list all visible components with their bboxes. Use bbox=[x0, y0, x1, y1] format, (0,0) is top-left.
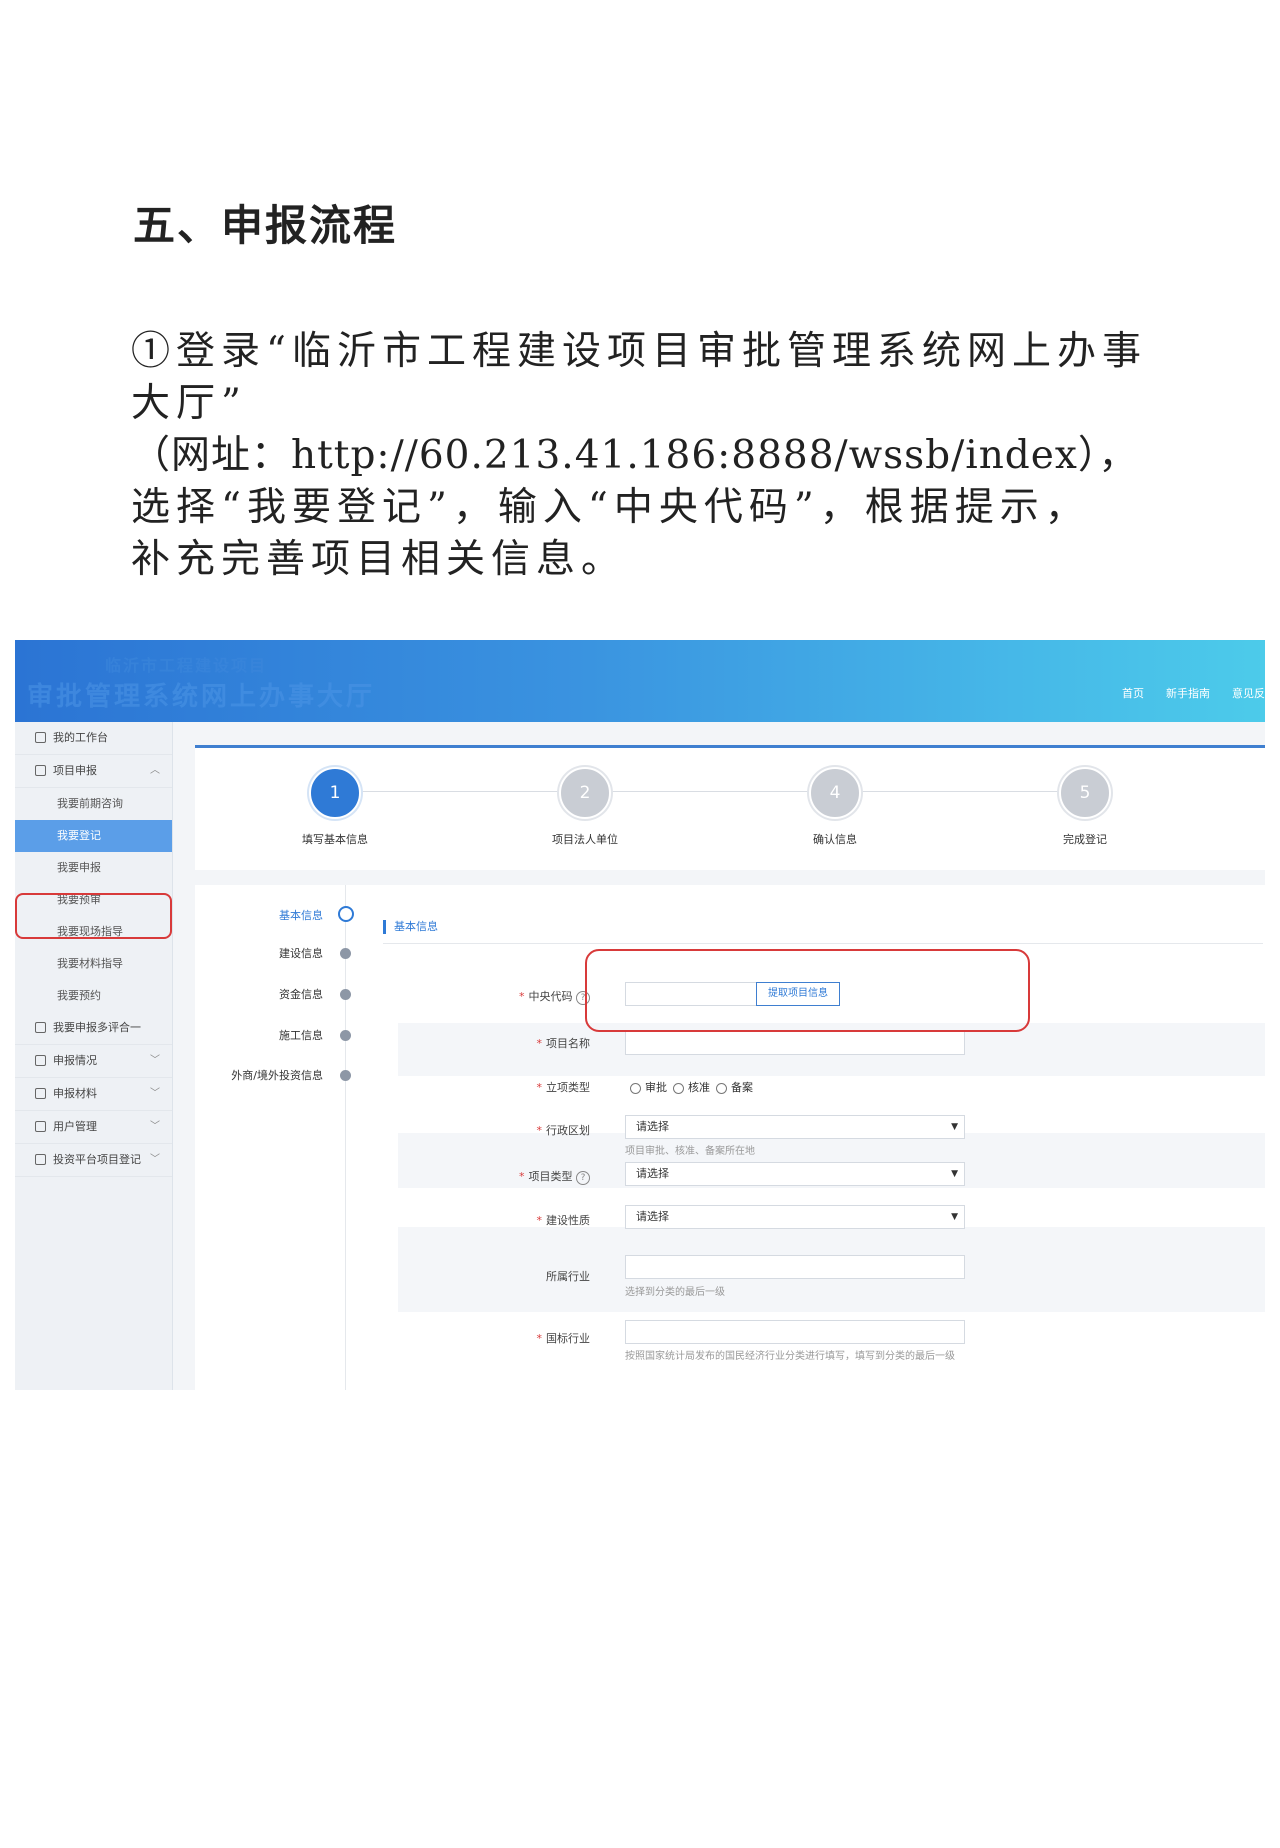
instruction-paragraph: ①登录“临沂市工程建设项目审批管理系统网上办事 大厅” （网址：http://6… bbox=[131, 326, 1151, 586]
folder-icon bbox=[35, 1055, 46, 1066]
banner-subtitle: 临沂市工程建设项目 bbox=[105, 656, 268, 675]
para-line-3: （网址：http://60.213.41.186:8888/wssb/index… bbox=[131, 433, 1139, 478]
section-nav: 基本信息 建设信息 资金信息 施工信息 外商/境外投资信息 bbox=[195, 885, 354, 1390]
radio-icon bbox=[673, 1082, 684, 1094]
region-select[interactable]: 请选择 ▼ bbox=[625, 1115, 965, 1139]
sidebar-sub-register[interactable]: 我要登记 bbox=[15, 820, 172, 852]
radio-icon bbox=[716, 1082, 727, 1094]
section-nav-construction[interactable]: 建设信息 bbox=[123, 944, 351, 964]
national-industry-label: * 国标行业 bbox=[536, 1332, 591, 1345]
step-2: 2 项目法人单位 bbox=[505, 767, 665, 847]
section-nav-work[interactable]: 施工信息 bbox=[123, 1026, 351, 1046]
radio-approval[interactable]: 审批 bbox=[630, 1079, 667, 1095]
sidebar: 我的工作台 项目申报 ︿ 我要前期咨询 我要登记 我要申报 我要预审 我要现场指导… bbox=[15, 722, 173, 1390]
project-type-label: * 项目类型 ? bbox=[450, 1168, 590, 1185]
industry-input[interactable] bbox=[625, 1255, 965, 1279]
para-line-1: ①登录“临沂市工程建设项目审批管理系统网上办事 bbox=[131, 329, 1147, 374]
nav-feedback[interactable]: 意见反 bbox=[1232, 685, 1265, 701]
sidebar-item-label: 申报材料 bbox=[53, 1087, 97, 1100]
step-line bbox=[335, 791, 1105, 792]
home-icon bbox=[35, 732, 46, 743]
nature-label: * 建设性质 bbox=[536, 1214, 591, 1227]
nature-select[interactable]: 请选择 ▼ bbox=[625, 1205, 965, 1229]
nav-home[interactable]: 首页 bbox=[1122, 685, 1144, 701]
sidebar-item-label: 用户管理 bbox=[53, 1120, 97, 1133]
region-label: * 行政区划 bbox=[536, 1124, 591, 1137]
sidebar-item-project-report[interactable]: 项目申报 ︿ bbox=[15, 755, 172, 788]
central-code-label: * 中央代码 ? bbox=[450, 988, 590, 1005]
sidebar-item-label: 我的工作台 bbox=[53, 731, 108, 744]
chevron-down-icon: ▼ bbox=[951, 1212, 958, 1222]
step-dot-icon bbox=[340, 1030, 351, 1041]
industry-hint: 选择到分类的最后一级 bbox=[625, 1287, 725, 1298]
help-icon: ? bbox=[576, 1171, 590, 1185]
document-icon bbox=[35, 765, 46, 776]
document-icon bbox=[35, 1154, 46, 1165]
para-line-5: 补充完善项目相关信息。 bbox=[131, 537, 627, 582]
approval-type-label: * 立项类型 bbox=[536, 1081, 591, 1094]
industry-label: 所属行业 bbox=[546, 1270, 590, 1283]
national-industry-hint: 按照国家统计局发布的国民经济行业分类进行填写，填写到分类的最后一级 bbox=[625, 1351, 955, 1362]
site-banner: 临沂市工程建设项目 审批管理系统网上办事大厅 首页 新手指南 意见反 bbox=[15, 640, 1265, 722]
chevron-up-icon: ︿ bbox=[150, 765, 160, 776]
section-nav-label: 外商/境外投资信息 bbox=[231, 1069, 323, 1082]
section-nav-foreign[interactable]: 外商/境外投资信息 bbox=[123, 1066, 351, 1086]
step-4: 4 确认信息 bbox=[755, 767, 915, 847]
step-dot-icon bbox=[340, 948, 351, 959]
chevron-down-icon: ﹀ bbox=[150, 1154, 160, 1165]
para-line-4: 选择“我要登记”，输入“中央代码”，根据提示， bbox=[131, 485, 1090, 530]
current-step-icon bbox=[338, 906, 354, 922]
section-nav-label: 建设信息 bbox=[279, 947, 323, 960]
section-title: 基本信息 bbox=[383, 920, 438, 934]
people-icon bbox=[35, 1088, 46, 1099]
project-name-input[interactable] bbox=[625, 1031, 965, 1055]
step-label: 填写基本信息 bbox=[302, 833, 368, 846]
user-icon bbox=[35, 1121, 46, 1132]
section-nav-label: 资金信息 bbox=[279, 988, 323, 1001]
chevron-down-icon: ﹀ bbox=[150, 1121, 160, 1132]
top-nav: 首页 新手指南 意见反 bbox=[1122, 685, 1265, 701]
project-type-select[interactable]: 请选择 ▼ bbox=[625, 1162, 965, 1186]
step-circle: 2 bbox=[559, 767, 611, 819]
step-dot-icon bbox=[340, 1070, 351, 1081]
para-line-2: 大厅” bbox=[131, 381, 247, 426]
sidebar-sub-apply[interactable]: 我要申报 bbox=[15, 852, 172, 884]
section-nav-funding[interactable]: 资金信息 bbox=[123, 985, 351, 1005]
section-heading: 五、申报流程 bbox=[133, 201, 398, 250]
step-circle: 5 bbox=[1059, 767, 1111, 819]
step-circle: 1 bbox=[309, 767, 361, 819]
step-progress: 1 填写基本信息 2 项目法人单位 4 确认信息 5 完成登记 bbox=[195, 745, 1265, 870]
folder-icon bbox=[35, 1022, 46, 1033]
highlight-box-central-code bbox=[585, 949, 1030, 1032]
nav-guide[interactable]: 新手指南 bbox=[1166, 685, 1210, 701]
project-name-label: * 项目名称 bbox=[536, 1037, 591, 1050]
step-label: 项目法人单位 bbox=[552, 833, 618, 846]
national-industry-input[interactable] bbox=[625, 1320, 965, 1344]
sidebar-item-label: 项目申报 bbox=[53, 764, 97, 777]
radio-icon bbox=[630, 1082, 641, 1094]
sidebar-item-label: 投资平台项目登记 bbox=[53, 1153, 141, 1166]
radio-record[interactable]: 备案 bbox=[716, 1079, 753, 1095]
region-hint: 项目审批、核准、备案所在地 bbox=[625, 1146, 755, 1157]
section-nav-basic[interactable]: 基本信息 bbox=[123, 906, 354, 926]
approval-type-radios: 审批 核准 备案 bbox=[630, 1079, 753, 1095]
banner-title: 审批管理系统网上办事大厅 bbox=[27, 682, 376, 712]
chevron-down-icon: ▼ bbox=[951, 1169, 958, 1179]
sidebar-item-label: 申报情况 bbox=[53, 1054, 97, 1067]
step-label: 确认信息 bbox=[813, 833, 857, 846]
section-nav-label: 施工信息 bbox=[279, 1029, 323, 1042]
sidebar-item-users[interactable]: 用户管理 ﹀ bbox=[15, 1111, 172, 1144]
step-circle: 4 bbox=[809, 767, 861, 819]
section-nav-label: 基本信息 bbox=[279, 909, 323, 922]
sidebar-item-workbench[interactable]: 我的工作台 bbox=[15, 722, 172, 755]
step-label: 完成登记 bbox=[1063, 833, 1107, 846]
divider bbox=[383, 943, 1263, 944]
step-1: 1 填写基本信息 bbox=[255, 767, 415, 847]
radio-verify[interactable]: 核准 bbox=[673, 1079, 710, 1095]
step-dot-icon bbox=[340, 989, 351, 1000]
sidebar-item-investment[interactable]: 投资平台项目登记 ﹀ bbox=[15, 1144, 172, 1177]
sidebar-sub-consult[interactable]: 我要前期咨询 bbox=[15, 788, 172, 820]
chevron-down-icon: ▼ bbox=[951, 1122, 958, 1132]
step-5: 5 完成登记 bbox=[1005, 767, 1165, 847]
